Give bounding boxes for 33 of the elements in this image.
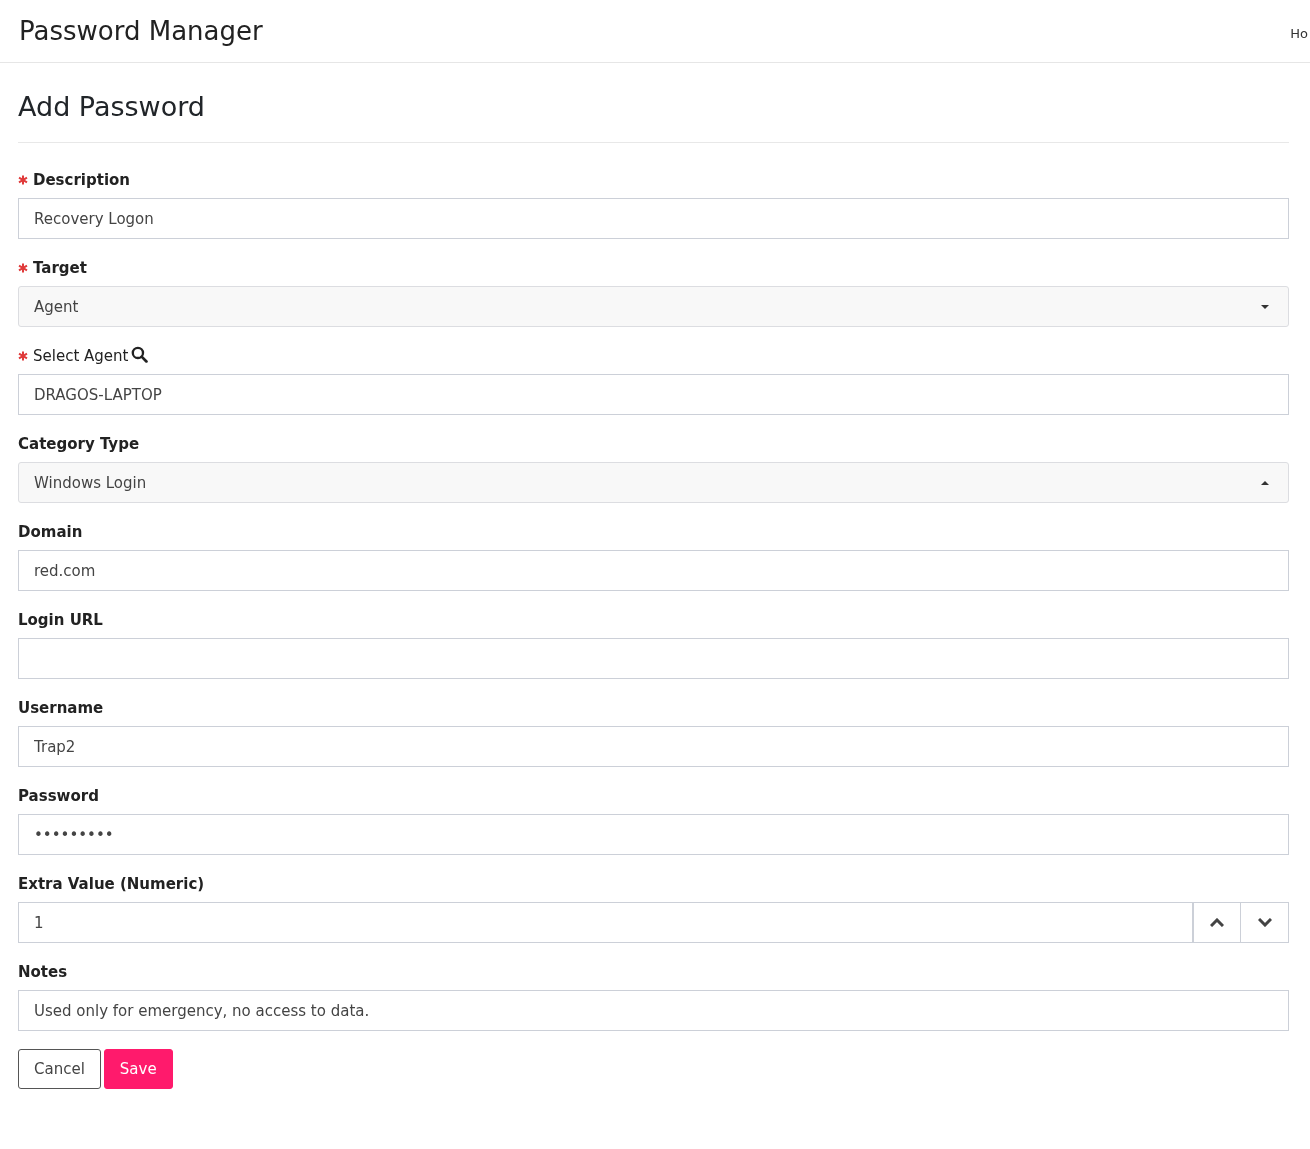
chevron-down-icon bbox=[1257, 918, 1272, 927]
input-field[interactable]: Used only for emergency, no access to data. bbox=[18, 990, 1289, 1031]
app-title: Password Manager bbox=[19, 16, 263, 46]
required-asterisk-icon bbox=[18, 351, 28, 361]
input-field[interactable]: ••••••••• bbox=[18, 814, 1289, 855]
field-label: Target bbox=[33, 259, 87, 277]
select-field[interactable]: Windows Login bbox=[18, 462, 1289, 503]
home-link[interactable]: Ho bbox=[1290, 25, 1308, 41]
field-label: Description bbox=[33, 171, 131, 189]
required-asterisk-icon bbox=[18, 175, 28, 185]
increment-button[interactable] bbox=[1193, 902, 1241, 943]
field-label: Select Agent bbox=[33, 347, 129, 365]
input-field[interactable]: Trap2 bbox=[18, 726, 1289, 767]
chevron-up-icon bbox=[1210, 918, 1224, 927]
input-field[interactable]: Recovery Logon bbox=[18, 198, 1289, 239]
field-label: Domain bbox=[18, 523, 83, 541]
field-label: Password bbox=[18, 787, 99, 805]
page-title: Add Password bbox=[18, 91, 206, 122]
input-field[interactable] bbox=[18, 638, 1289, 679]
field-label: Username bbox=[18, 699, 104, 717]
save-button[interactable]: Save bbox=[103, 1049, 173, 1089]
select-field[interactable]: Agent bbox=[18, 286, 1289, 327]
field-label: Login URL bbox=[18, 611, 103, 629]
input-field[interactable]: DRAGOS-LAPTOP bbox=[18, 374, 1289, 415]
field-label: Extra Value (Numeric) bbox=[18, 875, 205, 893]
input-field[interactable]: red.com bbox=[18, 550, 1289, 591]
field-label: Category Type bbox=[18, 435, 140, 453]
required-asterisk-icon bbox=[18, 263, 28, 273]
field-label: Notes bbox=[18, 963, 68, 981]
cancel-button[interactable]: Cancel bbox=[18, 1049, 101, 1089]
decrement-button[interactable] bbox=[1241, 902, 1289, 943]
search-icon[interactable] bbox=[131, 346, 149, 363]
number-field[interactable]: 1 bbox=[18, 902, 1193, 943]
